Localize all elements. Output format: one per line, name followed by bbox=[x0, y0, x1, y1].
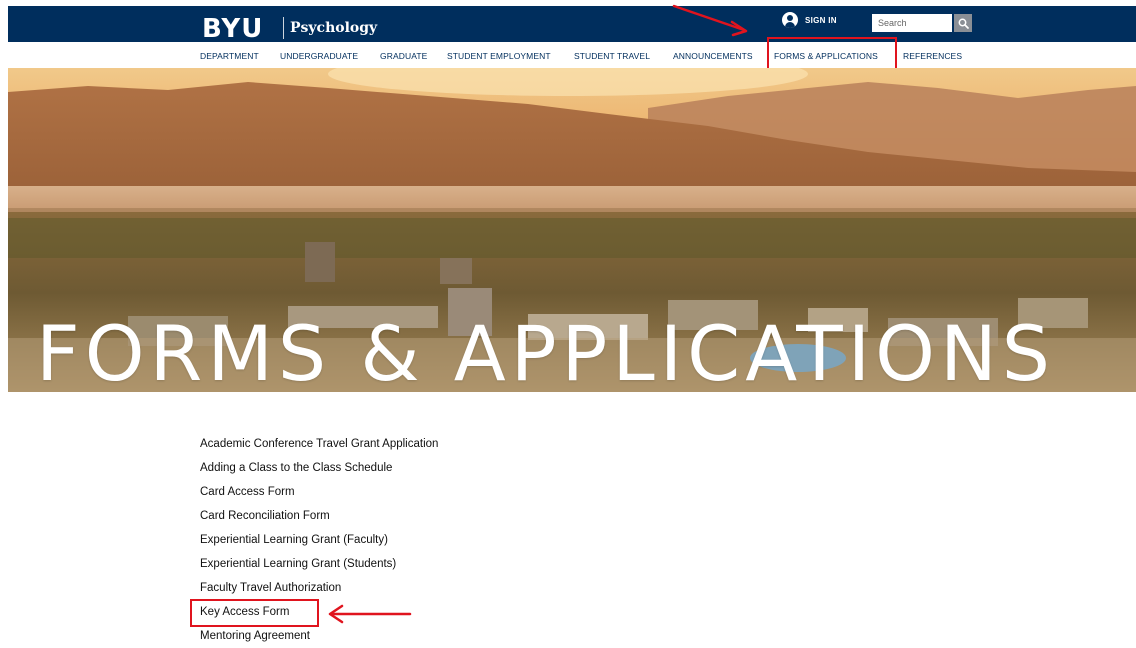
form-link-card-access[interactable]: Card Access Form bbox=[200, 480, 438, 504]
form-link-experiential-learning-faculty[interactable]: Experiential Learning Grant (Faculty) bbox=[200, 528, 438, 552]
form-link-card-reconciliation[interactable]: Card Reconciliation Form bbox=[200, 504, 438, 528]
byu-logo[interactable]: BYU bbox=[202, 15, 263, 43]
annotation-arrow-bottom bbox=[328, 604, 412, 624]
department-name[interactable]: Psychology bbox=[290, 20, 377, 36]
search-input[interactable] bbox=[872, 14, 952, 32]
sign-in-button[interactable]: SIGN IN bbox=[782, 12, 837, 28]
nav-department[interactable]: DEPARTMENT bbox=[200, 51, 259, 61]
user-circle-icon bbox=[782, 12, 798, 28]
nav-graduate[interactable]: GRADUATE bbox=[380, 51, 427, 61]
form-link-faculty-travel-authorization[interactable]: Faculty Travel Authorization bbox=[200, 576, 438, 600]
logo-divider bbox=[283, 17, 284, 39]
sign-in-label: SIGN IN bbox=[805, 15, 837, 25]
nav-announcements[interactable]: ANNOUNCEMENTS bbox=[673, 51, 753, 61]
hero-title: FORMS & APPLICATIONS bbox=[36, 309, 1056, 393]
key-access-highlight-box bbox=[190, 599, 319, 627]
nav-student-employment[interactable]: STUDENT EMPLOYMENT bbox=[447, 51, 551, 61]
main-nav bbox=[8, 42, 1136, 68]
hero-banner: FORMS & APPLICATIONS bbox=[8, 68, 1136, 392]
nav-undergraduate[interactable]: UNDERGRADUATE bbox=[280, 51, 358, 61]
nav-student-travel[interactable]: STUDENT TRAVEL bbox=[574, 51, 650, 61]
annotation-arrow-top bbox=[672, 4, 748, 37]
form-link-adding-class[interactable]: Adding a Class to the Class Schedule bbox=[200, 456, 438, 480]
form-link-mentoring-agreement[interactable]: Mentoring Agreement bbox=[200, 624, 438, 648]
magnifier-icon bbox=[958, 18, 969, 29]
form-link-academic-conference-travel-grant[interactable]: Academic Conference Travel Grant Applica… bbox=[200, 432, 438, 456]
nav-references[interactable]: REFERENCES bbox=[903, 51, 962, 61]
search-button[interactable] bbox=[954, 14, 972, 32]
form-link-experiential-learning-students[interactable]: Experiential Learning Grant (Students) bbox=[200, 552, 438, 576]
